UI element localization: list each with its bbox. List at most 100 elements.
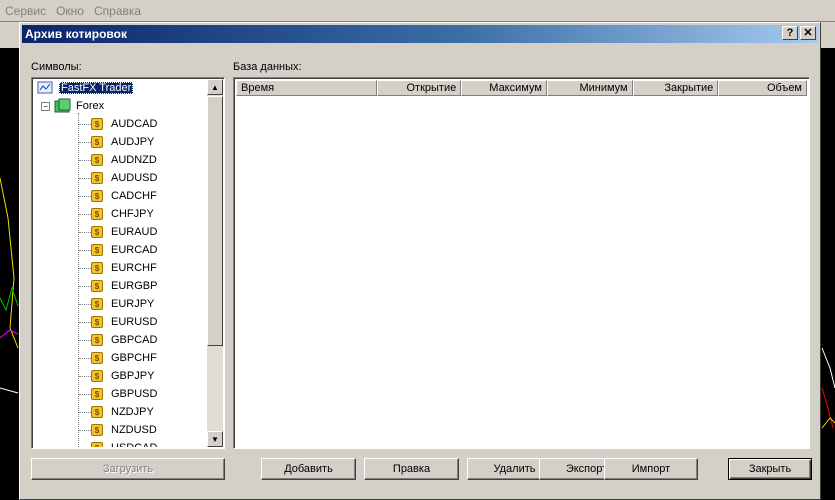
tree-item-eurjpy[interactable]: $ EURJPY — [91, 295, 154, 313]
tree-connector-h — [79, 178, 91, 179]
tree-item-label: AUDCAD — [111, 118, 158, 130]
tree-connector-h — [79, 268, 91, 269]
tree-connector-h — [79, 160, 91, 161]
tree-item-label: GBPJPY — [111, 370, 155, 382]
tree-item-label: EURUSD — [111, 316, 158, 328]
folder-money-icon — [54, 98, 71, 113]
close-icon[interactable]: ✕ — [800, 26, 816, 40]
tree-connector-h — [79, 322, 91, 323]
grid-header: Время Открытие Максимум Минимум Закрытие… — [236, 80, 807, 96]
tree-connector-h — [79, 394, 91, 395]
tree-connector-h — [79, 412, 91, 413]
col-volume[interactable]: Объем — [718, 80, 807, 96]
currency-icon: $ — [91, 190, 103, 202]
tree-connector-h — [79, 430, 91, 431]
tree-connector-h — [79, 214, 91, 215]
scroll-up-button[interactable]: ▲ — [207, 79, 223, 95]
tree-item-audusd[interactable]: $ AUDUSD — [91, 169, 157, 187]
scroll-down-button[interactable]: ▼ — [207, 431, 223, 447]
tree-content: FastFX Trader − Forex $ AUDCAD $ AUDJPY $ AUD… — [33, 79, 208, 447]
currency-icon: $ — [91, 136, 103, 148]
col-open[interactable]: Открытие — [377, 80, 462, 96]
currency-icon: $ — [91, 298, 103, 310]
tree-item-label: EURAUD — [111, 226, 158, 238]
help-button[interactable]: ? — [782, 26, 798, 40]
tree-group-forex[interactable]: − Forex — [41, 97, 104, 115]
import-button[interactable]: Импорт — [604, 458, 698, 480]
menu-service[interactable]: Сервис — [0, 4, 51, 18]
load-button[interactable]: Загрузить — [31, 458, 225, 480]
tree-item-gbpusd[interactable]: $ GBPUSD — [91, 385, 157, 403]
tree-item-eurgbp[interactable]: $ EURGBP — [91, 277, 157, 295]
currency-icon: $ — [91, 262, 103, 274]
menu-help[interactable]: Справка — [89, 4, 146, 18]
server-icon — [37, 81, 53, 94]
currency-icon: $ — [91, 352, 103, 364]
tree-item-usdcad[interactable]: $ USDCAD — [91, 439, 157, 447]
tree-item-label: EURCHF — [111, 262, 157, 274]
tree-item-gbpchf[interactable]: $ GBPCHF — [91, 349, 157, 367]
tree-item-label: NZDUSD — [111, 424, 157, 436]
tree-item-nzdjpy[interactable]: $ NZDJPY — [91, 403, 154, 421]
tree-connector-h — [79, 340, 91, 341]
col-close[interactable]: Закрытие — [632, 80, 719, 96]
dialog-title: Архив котировок — [25, 27, 127, 41]
tree-root-label: FastFX Trader — [59, 82, 134, 94]
tree-connector-h — [79, 196, 91, 197]
tree-item-chfjpy[interactable]: $ CHFJPY — [91, 205, 154, 223]
tree-item-label: USDCAD — [111, 442, 157, 447]
currency-icon: $ — [91, 244, 103, 256]
collapse-icon[interactable]: − — [41, 101, 50, 111]
tree-connector-h — [79, 124, 91, 125]
tree-connector-h — [79, 250, 91, 251]
currency-icon: $ — [91, 226, 103, 238]
tree-item-gbpjpy[interactable]: $ GBPJPY — [91, 367, 154, 385]
tree-item-audnzd[interactable]: $ AUDNZD — [91, 151, 157, 169]
close-button[interactable]: Закрыть — [728, 458, 812, 480]
tree-item-gbpcad[interactable]: $ GBPCAD — [91, 331, 157, 349]
tree-connector — [78, 113, 79, 447]
tree-scrollbar[interactable]: ▲ ▼ — [207, 79, 223, 447]
add-button[interactable]: Добавить — [261, 458, 356, 480]
symbols-tree[interactable]: FastFX Trader − Forex $ AUDCAD $ AUDJPY $ AUD… — [31, 77, 225, 449]
tree-item-label: EURJPY — [111, 298, 155, 310]
tree-item-audcad[interactable]: $ AUDCAD — [91, 115, 157, 133]
tree-connector-h — [79, 358, 91, 359]
tree-item-eurusd[interactable]: $ EURUSD — [91, 313, 157, 331]
currency-icon: $ — [91, 442, 103, 447]
tree-item-label: AUDUSD — [111, 172, 158, 184]
col-low[interactable]: Минимум — [546, 80, 633, 96]
menu-window[interactable]: Окно — [51, 4, 89, 18]
scroll-thumb[interactable] — [207, 96, 223, 346]
tree-group-label: Forex — [76, 100, 105, 112]
tree-item-nzdusd[interactable]: $ NZDUSD — [91, 421, 157, 439]
dialog-titlebar: Архив котировок — [22, 25, 818, 43]
tree-item-label: CHFJPY — [111, 208, 154, 220]
tree-item-label: GBPUSD — [111, 388, 158, 400]
tree-item-label: AUDJPY — [111, 136, 155, 148]
currency-icon: $ — [91, 424, 103, 436]
tree-connector-h — [79, 232, 91, 233]
tree-item-label: NZDJPY — [111, 406, 154, 418]
currency-icon: $ — [91, 370, 103, 382]
tree-item-cadchf[interactable]: $ CADCHF — [91, 187, 157, 205]
col-high[interactable]: Максимум — [461, 80, 547, 96]
tree-item-euraud[interactable]: $ EURAUD — [91, 223, 157, 241]
tree-root[interactable]: FastFX Trader — [37, 79, 134, 97]
col-time[interactable]: Время — [236, 80, 378, 96]
edit-button[interactable]: Правка — [364, 458, 459, 480]
database-grid[interactable]: Время Открытие Максимум Минимум Закрытие… — [233, 77, 810, 449]
tree-item-label: AUDNZD — [111, 154, 157, 166]
tree-item-audjpy[interactable]: $ AUDJPY — [91, 133, 154, 151]
tree-item-eurcad[interactable]: $ EURCAD — [91, 241, 157, 259]
database-label: База данных: — [233, 61, 302, 73]
tree-item-eurchf[interactable]: $ EURCHF — [91, 259, 157, 277]
tree-connector-h — [79, 304, 91, 305]
tree-connector-h — [79, 376, 91, 377]
tree-item-label: CADCHF — [111, 190, 157, 202]
symbols-label: Символы: — [31, 61, 82, 73]
currency-icon: $ — [91, 172, 103, 184]
currency-icon: $ — [91, 154, 103, 166]
currency-icon: $ — [91, 334, 103, 346]
tree-item-label: EURCAD — [111, 244, 158, 256]
